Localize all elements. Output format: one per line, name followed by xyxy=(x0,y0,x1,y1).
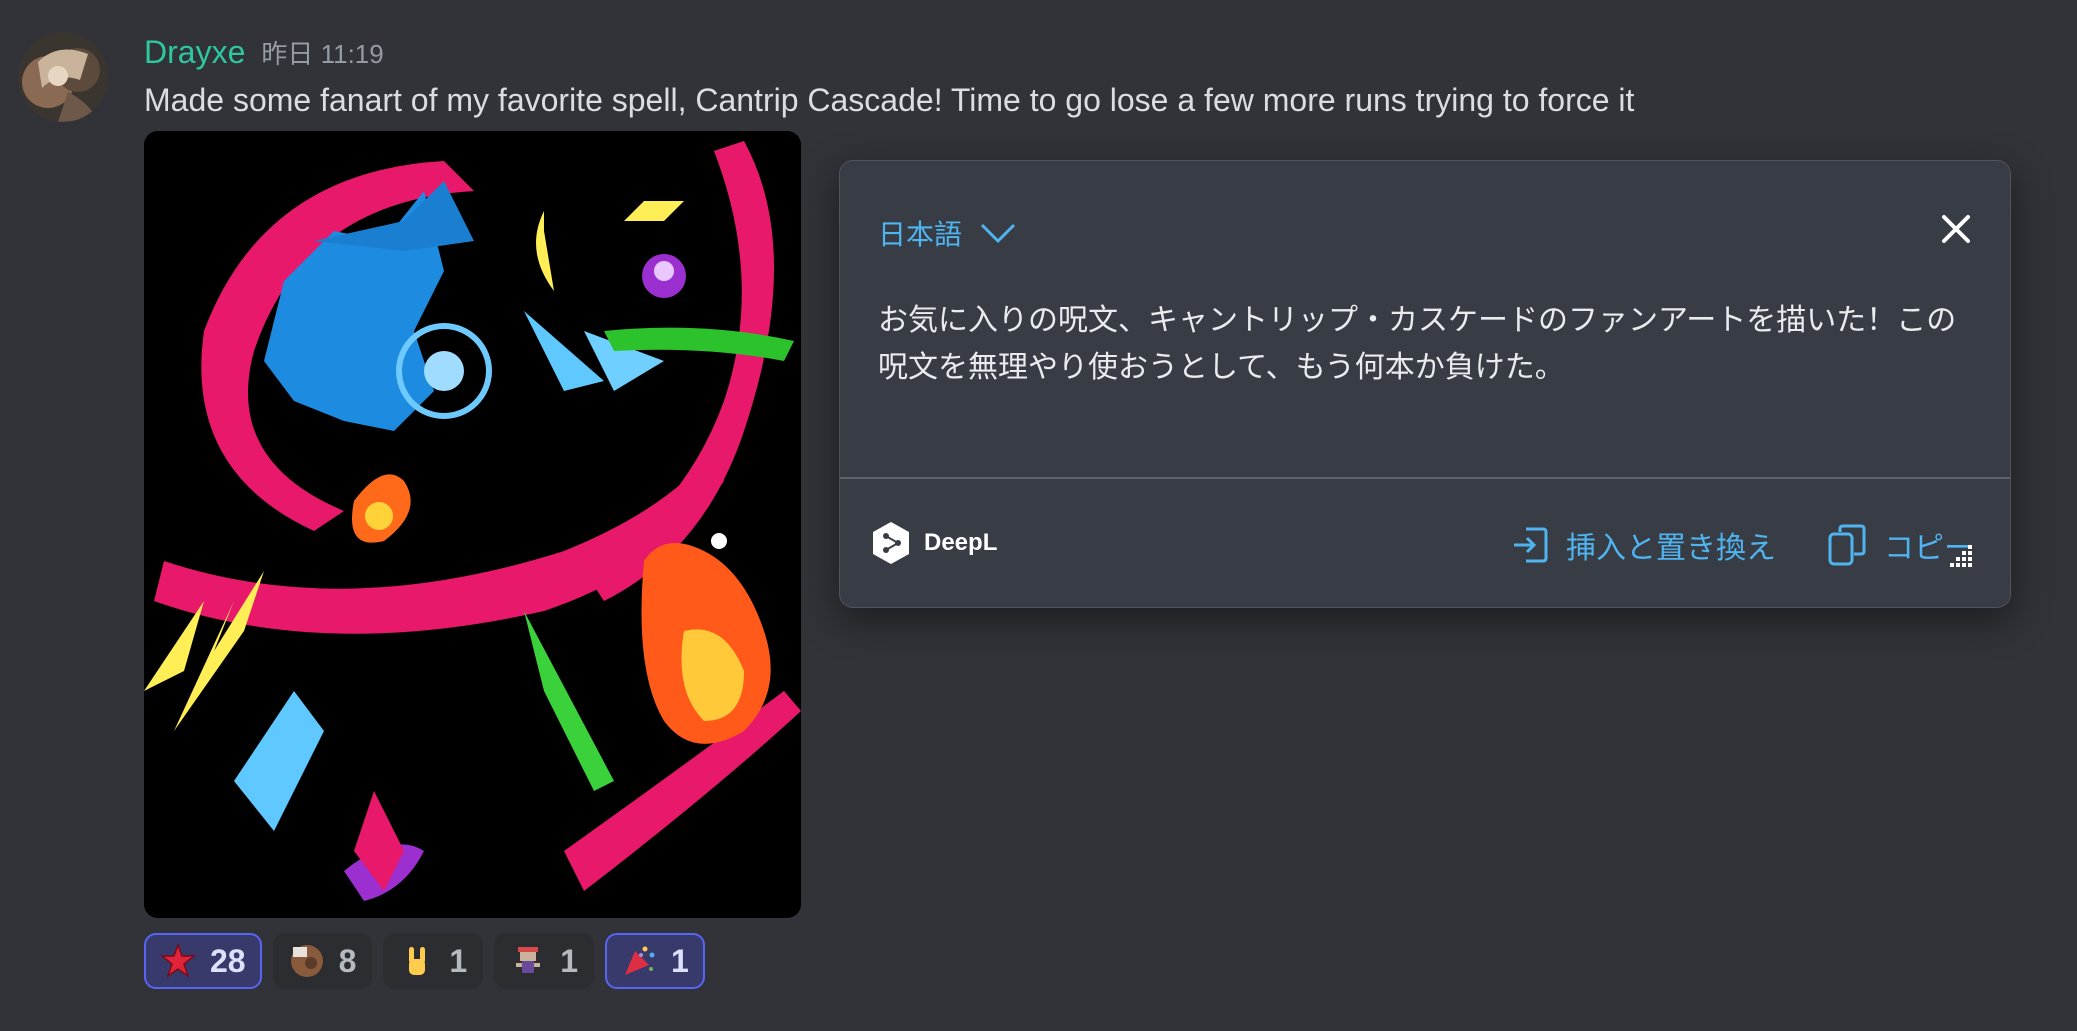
reaction-count: 1 xyxy=(560,942,578,979)
close-icon[interactable] xyxy=(1938,211,1974,247)
insert-replace-label: 挿入と置き換え xyxy=(1566,532,1776,565)
insert-icon xyxy=(1514,527,1548,563)
translation-popup: 日本語 お気に入りの呪文、キャントリップ・カスケードのファンアートを描いた！この… xyxy=(839,160,2011,608)
message-text: Made some fanart of my favorite spell, C… xyxy=(144,82,1635,118)
deepl-label: DeepL xyxy=(924,529,998,556)
reaction-count: 1 xyxy=(670,942,689,979)
reaction-rock-hand[interactable]: 1 xyxy=(383,933,484,989)
language-selector[interactable]: 日本語 xyxy=(878,213,1016,253)
timestamp: 昨日 11:19 xyxy=(261,39,384,69)
reaction-count: 8 xyxy=(338,942,357,979)
reaction-count: 1 xyxy=(449,942,468,979)
face-emoji-icon xyxy=(290,945,323,977)
copy-icon xyxy=(1828,524,1866,566)
party-popper-emoji-icon xyxy=(624,946,655,975)
reaction-count: 28 xyxy=(210,942,246,979)
reactions-bar: 28 8 1 1 1 xyxy=(144,933,705,989)
pixel-character-emoji-icon xyxy=(516,947,541,973)
reaction-red-star[interactable]: 28 xyxy=(144,933,262,989)
chevron-down-icon xyxy=(980,223,1016,244)
insert-replace-button[interactable]: 挿入と置き換え xyxy=(1512,523,1776,567)
username[interactable]: Drayxe xyxy=(144,34,245,71)
deepl-logo-icon xyxy=(873,522,909,564)
reaction-pixel-character[interactable]: 1 xyxy=(494,933,594,989)
divider xyxy=(840,477,2010,479)
resize-grip-icon[interactable] xyxy=(1950,543,1974,567)
art-signature: DRAYXE xyxy=(294,604,376,626)
reaction-face[interactable]: 8 xyxy=(272,933,373,989)
translation-text: お気に入りの呪文、キャントリップ・カスケードのファンアートを描いた！この呪文を無… xyxy=(878,304,1957,384)
red-star-emoji-icon xyxy=(160,943,196,978)
reaction-party-popper[interactable]: 1 xyxy=(604,933,705,989)
deepl-brand: DeepL xyxy=(872,521,997,565)
message-image[interactable]: DRAYXE xyxy=(144,131,801,918)
rock-hand-emoji-icon xyxy=(409,947,426,975)
language-label: 日本語 xyxy=(878,219,963,250)
avatar[interactable] xyxy=(18,32,108,122)
